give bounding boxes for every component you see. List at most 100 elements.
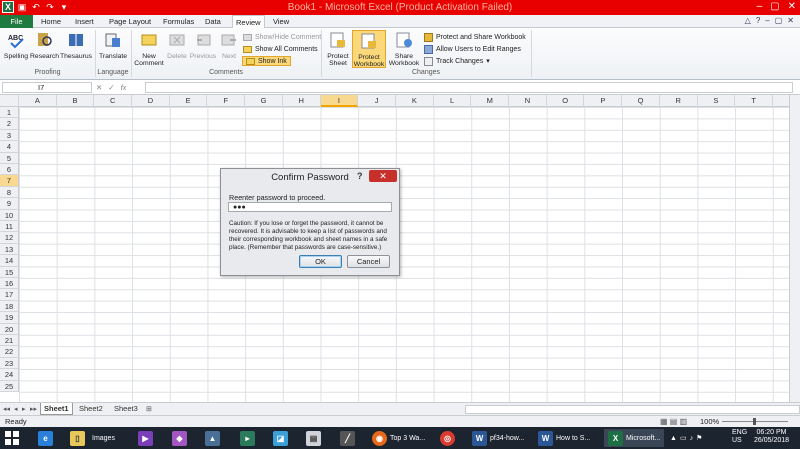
column-header-h[interactable]: H xyxy=(283,95,321,107)
first-sheet-nav-icon[interactable]: ◂◂ xyxy=(3,405,10,413)
minimize-ribbon-icon[interactable]: △ xyxy=(745,16,751,25)
row-header-24[interactable]: 24 xyxy=(0,369,19,381)
column-header-m[interactable]: M xyxy=(471,95,510,107)
close-window-button[interactable]: ✕ xyxy=(788,1,796,12)
column-header-p[interactable]: P xyxy=(585,95,623,107)
dialog-close-button[interactable]: ✕ xyxy=(369,170,397,182)
column-header-f[interactable]: F xyxy=(208,95,246,107)
research-button[interactable]: Research xyxy=(30,31,59,60)
tab-home[interactable]: Home xyxy=(38,15,64,28)
row-header-5[interactable]: 5 xyxy=(0,152,19,164)
insert-function-button[interactable]: fx xyxy=(121,83,127,92)
column-header-n[interactable]: N xyxy=(509,95,547,107)
cancel-button[interactable]: Cancel xyxy=(347,255,390,268)
dialog-help-button[interactable]: ? xyxy=(357,171,363,181)
delete-comment-button[interactable]: Delete xyxy=(165,31,189,60)
cells-area[interactable] xyxy=(19,107,800,402)
select-all-corner[interactable] xyxy=(0,95,19,107)
formula-input[interactable] xyxy=(145,82,793,93)
column-header-l[interactable]: L xyxy=(434,95,472,107)
taskbar-video-app[interactable]: ▸ xyxy=(240,429,255,447)
taskbar-word-2[interactable]: W How to S... xyxy=(538,429,590,447)
column-header-a[interactable]: A xyxy=(19,95,57,107)
clock[interactable]: 06:20 PM 26/05/2018 xyxy=(754,429,789,447)
password-input[interactable]: ●●● xyxy=(228,202,392,212)
workbook-minimize-icon[interactable]: – xyxy=(765,16,769,25)
taskbar-visual-studio[interactable]: ▶ xyxy=(138,429,153,447)
name-box[interactable]: I7 xyxy=(2,82,92,93)
tab-page-layout[interactable]: Page Layout xyxy=(106,15,154,28)
row-header-12[interactable]: 12 xyxy=(0,232,19,244)
allow-users-edit-ranges-button[interactable]: Allow Users to Edit Ranges xyxy=(424,44,521,54)
track-changes-button[interactable]: Track Changes ▾ xyxy=(424,56,490,66)
previous-comment-button[interactable]: Previous xyxy=(189,31,217,60)
next-comment-button[interactable]: Next xyxy=(218,31,240,60)
taskbar-word-1[interactable]: Wpf34-how... xyxy=(472,429,524,447)
vertical-scrollbar[interactable] xyxy=(789,95,800,402)
taskbar-excel[interactable]: X Microsoft... xyxy=(604,429,665,447)
row-header-19[interactable]: 19 xyxy=(0,312,19,324)
share-workbook-button[interactable]: Share Workbook xyxy=(387,31,421,68)
row-header-10[interactable]: 10 xyxy=(0,209,19,221)
taskbar-document-app[interactable]: ▤ xyxy=(306,429,321,447)
row-header-16[interactable]: 16 xyxy=(0,278,19,290)
row-header-15[interactable]: 15 xyxy=(0,266,19,278)
column-header-q[interactable]: Q xyxy=(622,95,660,107)
ok-button[interactable]: OK xyxy=(299,255,342,268)
row-header-25[interactable]: 25 xyxy=(0,380,19,392)
column-header-k[interactable]: K xyxy=(396,95,434,107)
taskbar-tools-app[interactable]: ╱ xyxy=(340,429,355,447)
row-header-17[interactable]: 17 xyxy=(0,289,19,301)
tray-battery-icon[interactable]: ▭ xyxy=(680,434,687,442)
row-header-4[interactable]: 4 xyxy=(0,141,19,153)
zoom-slider-thumb[interactable] xyxy=(753,418,756,425)
last-sheet-nav-icon[interactable]: ▸▸ xyxy=(30,405,37,413)
tab-data[interactable]: Data xyxy=(202,15,224,28)
spelling-button[interactable]: ABC Spelling xyxy=(3,31,29,60)
column-header-g[interactable]: G xyxy=(245,95,283,107)
taskbar-notes-app[interactable]: ◪ xyxy=(273,429,288,447)
row-header-7[interactable]: 7 xyxy=(0,175,19,187)
taskbar-ie[interactable]: e xyxy=(38,429,53,447)
language-indicator[interactable]: ENG US xyxy=(732,429,747,447)
zoom-level[interactable]: 100% xyxy=(700,417,719,426)
start-button[interactable] xyxy=(4,429,20,447)
insert-sheet-icon[interactable]: ⊞ xyxy=(146,405,152,413)
taskbar-chrome[interactable]: ◎ xyxy=(440,429,455,447)
tray-volume-icon[interactable]: ♪ xyxy=(690,435,694,442)
column-header-d[interactable]: D xyxy=(132,95,170,107)
workbook-close-icon[interactable]: ✕ xyxy=(787,16,794,25)
sheet-tab-sheet2[interactable]: Sheet2 xyxy=(76,403,106,415)
taskbar-app-purple[interactable]: ◆ xyxy=(172,429,187,447)
row-header-23[interactable]: 23 xyxy=(0,357,19,370)
row-header-9[interactable]: 9 xyxy=(0,198,19,210)
column-header-j[interactable]: J xyxy=(358,95,396,107)
prev-sheet-nav-icon[interactable]: ◂ xyxy=(14,405,18,413)
column-header-o[interactable]: O xyxy=(547,95,585,107)
protect-sheet-button[interactable]: Protect Sheet xyxy=(325,31,351,68)
sheet-tab-sheet1[interactable]: Sheet1 xyxy=(40,403,73,415)
row-header-20[interactable]: 20 xyxy=(0,323,19,335)
row-header-21[interactable]: 21 xyxy=(0,335,19,347)
taskbar-chart-app[interactable]: ▲ xyxy=(205,429,220,447)
new-comment-button[interactable]: New Comment xyxy=(134,31,164,68)
row-header-22[interactable]: 22 xyxy=(0,346,19,358)
tray-flag-icon[interactable]: ⚑ xyxy=(696,434,702,442)
row-header-6[interactable]: 6 xyxy=(0,164,19,176)
translate-button[interactable]: Translate xyxy=(98,31,128,60)
taskbar-firefox[interactable]: ◉ Top 3 Wa... xyxy=(372,429,425,447)
row-header-18[interactable]: 18 xyxy=(0,300,19,313)
row-header-2[interactable]: 2 xyxy=(0,118,19,130)
protect-share-workbook-button[interactable]: Protect and Share Workbook xyxy=(424,32,526,42)
row-header-11[interactable]: 11 xyxy=(0,221,19,233)
show-ink-button[interactable]: Show Ink xyxy=(242,56,291,66)
tab-file[interactable]: File xyxy=(0,15,33,28)
show-hide-comment-button[interactable]: Show/Hide Comment xyxy=(243,32,321,42)
row-header-8[interactable]: 8 xyxy=(0,186,19,199)
sheet-tab-sheet3[interactable]: Sheet3 xyxy=(111,403,141,415)
protect-workbook-button[interactable]: Protect Workbook xyxy=(352,30,386,68)
column-header-c[interactable]: C xyxy=(94,95,133,107)
help-icon[interactable]: ? xyxy=(756,16,760,25)
column-header-i[interactable]: I xyxy=(320,95,359,107)
column-header-e[interactable]: E xyxy=(170,95,208,107)
